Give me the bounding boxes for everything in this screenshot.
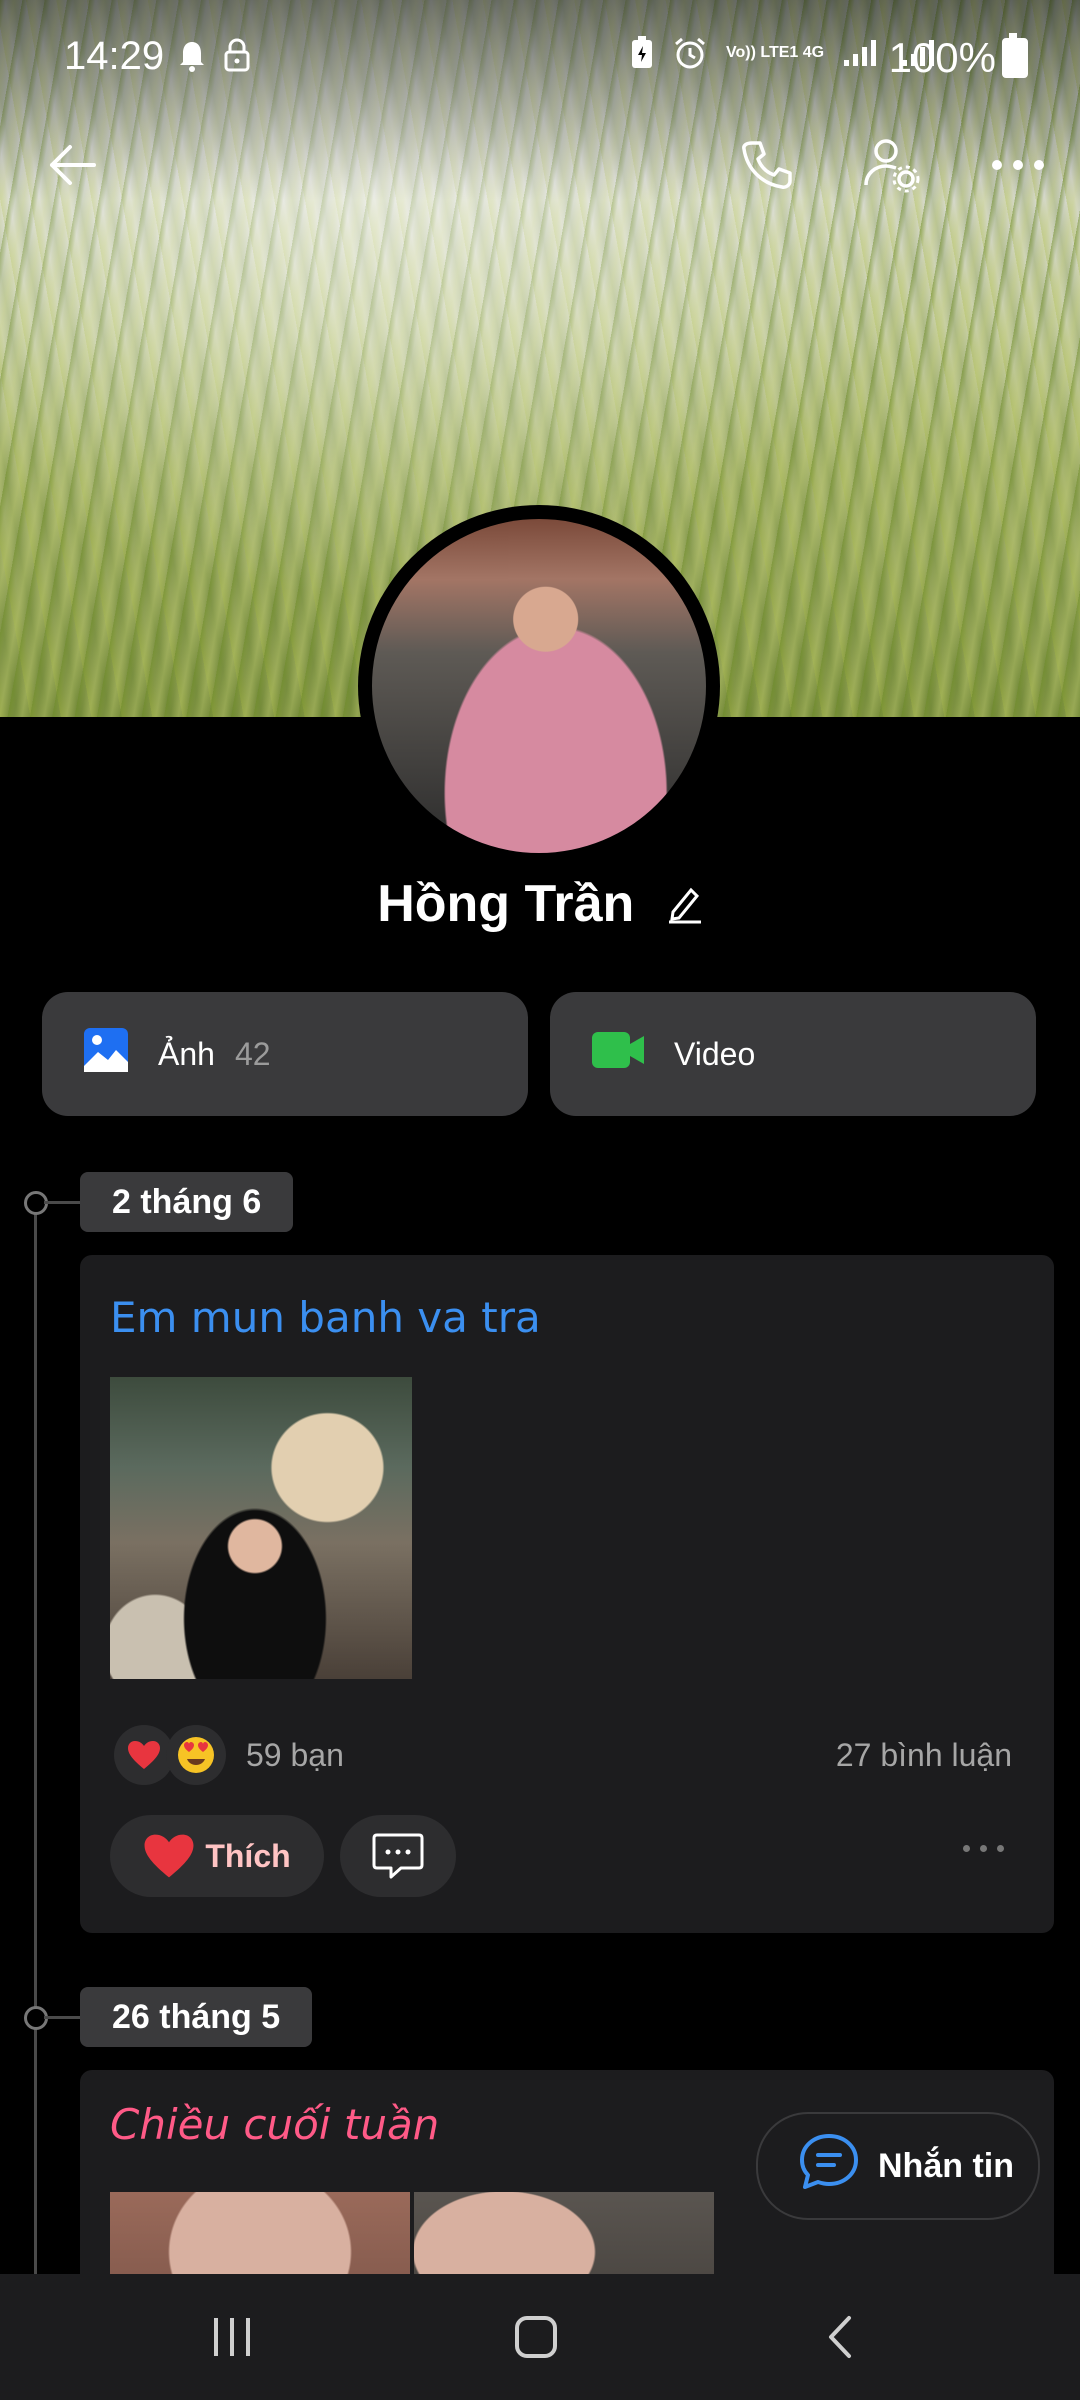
back-nav-button[interactable] — [770, 2274, 910, 2400]
video-label: Video — [674, 1035, 756, 1072]
battery-icon — [1002, 33, 1028, 78]
photo-icon — [82, 1026, 130, 1082]
post-title: Chiều cuối tuần — [110, 2100, 440, 2149]
post-photo[interactable] — [110, 1377, 412, 1679]
recent-apps-button[interactable] — [162, 2274, 302, 2400]
timeline-line — [34, 1205, 37, 2285]
bell-lock-icon — [180, 38, 250, 72]
heart-icon — [144, 1834, 194, 1878]
video-camera-icon — [590, 1030, 646, 1078]
post-card[interactable]: Em mun banh va tra 59 bạn 27 bình luận T… — [80, 1255, 1054, 1933]
reactions-count: 59 bạn — [246, 1736, 344, 1773]
like-label: Thích — [205, 1837, 291, 1874]
message-label: Nhắn tin — [878, 2146, 1014, 2185]
dot — [980, 1845, 987, 1852]
like-button[interactable]: Thích — [110, 1815, 324, 1897]
more-options-button[interactable] — [978, 125, 1058, 205]
reactions-summary[interactable]: 59 bạn — [114, 1725, 344, 1785]
date-badge: 26 tháng 5 — [80, 1987, 313, 2047]
dot — [997, 1845, 1004, 1852]
date-badge: 2 tháng 6 — [80, 1172, 294, 1232]
photos-button[interactable]: Ảnh 42 — [42, 992, 528, 1116]
profile-settings-button[interactable] — [852, 125, 932, 205]
status-time: 14:29 — [64, 34, 165, 78]
chevron-left-icon — [829, 2316, 851, 2358]
heart-eyes-reaction-icon — [166, 1725, 226, 1785]
system-nav-bar — [0, 2274, 1080, 2400]
alarm-icon — [675, 37, 705, 69]
comment-icon — [372, 1833, 424, 1879]
edit-name-icon[interactable] — [667, 877, 703, 937]
chat-bubble-icon — [798, 2132, 860, 2201]
message-button[interactable]: Nhắn tin — [756, 2112, 1040, 2220]
phone-icon — [742, 141, 792, 189]
status-bar: 14:29 Vo)) LTE1 4G 100% — [0, 0, 1080, 100]
back-button[interactable] — [32, 125, 112, 205]
video-button[interactable]: Video — [550, 992, 1036, 1116]
post-title: Em mun banh va tra — [110, 1293, 541, 1342]
recents-icon — [214, 2318, 250, 2356]
photos-label: Ảnh — [158, 1035, 215, 1072]
post-more-button[interactable] — [963, 1845, 1004, 1852]
user-settings-icon — [864, 139, 920, 193]
status-notification-icons — [178, 38, 268, 82]
battery-percent: 100% — [888, 34, 996, 81]
more-horizontal-icon — [992, 160, 1044, 170]
home-icon — [515, 2316, 557, 2358]
volte-label: Vo)) LTE1 4G — [726, 44, 825, 61]
profile-name-row: Hồng Trần — [0, 874, 1080, 937]
photos-count: 42 — [234, 1035, 271, 1072]
call-button[interactable] — [726, 125, 806, 205]
avatar[interactable] — [372, 519, 706, 853]
battery-saver-icon — [632, 36, 652, 68]
comment-button[interactable] — [340, 1815, 456, 1897]
dot — [963, 1845, 970, 1852]
battery-indicator: 100% — [888, 33, 1028, 82]
home-button[interactable] — [466, 2274, 606, 2400]
comments-count[interactable]: 27 bình luận — [836, 1737, 1012, 1774]
heart-reaction-icon — [114, 1725, 174, 1785]
arrow-left-icon — [50, 145, 96, 185]
signal-1-icon — [844, 40, 877, 66]
profile-name: Hồng Trần — [377, 875, 635, 933]
